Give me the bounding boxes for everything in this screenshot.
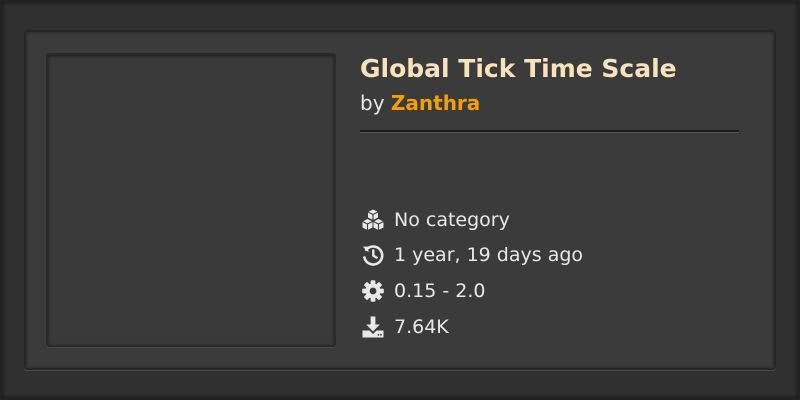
category-row: No category xyxy=(360,207,510,233)
versions-row: 0.15 - 2.0 xyxy=(360,278,485,304)
updated-text: 1 year, 19 days ago xyxy=(394,244,584,266)
updated-row: 1 year, 19 days ago xyxy=(360,242,583,268)
versions-text: 0.15 - 2.0 xyxy=(394,280,486,302)
byline: by Zanthra xyxy=(360,91,480,115)
title-divider xyxy=(360,130,739,133)
mod-thumbnail[interactable] xyxy=(46,53,336,347)
mod-title[interactable]: Global Tick Time Scale xyxy=(360,54,677,83)
gear-icon xyxy=(360,278,386,304)
downloads-row: 7.64K xyxy=(360,314,449,340)
by-label: by xyxy=(360,91,385,115)
downloads-text: 7.64K xyxy=(394,316,449,338)
category-text: No category xyxy=(394,209,510,231)
author-link[interactable]: Zanthra xyxy=(391,91,480,115)
history-icon xyxy=(360,242,386,268)
download-icon xyxy=(360,314,386,340)
cubes-icon xyxy=(360,207,386,233)
